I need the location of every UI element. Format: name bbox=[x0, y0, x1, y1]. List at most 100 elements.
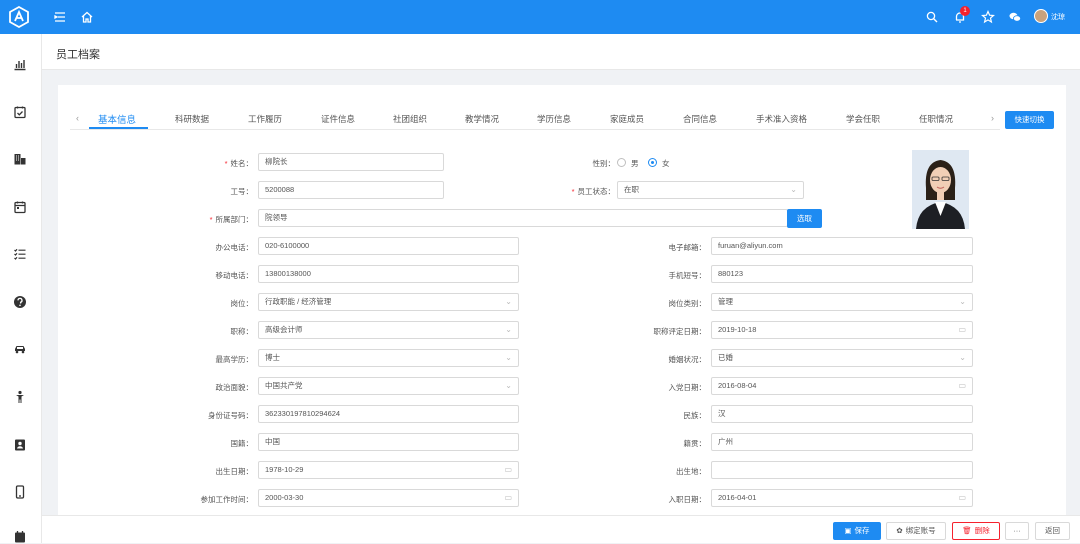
tab-surgery-qualification[interactable]: 手术准入资格 bbox=[756, 113, 807, 125]
tab-teaching[interactable]: 教学情况 bbox=[465, 113, 499, 125]
bar-chart-icon[interactable] bbox=[13, 57, 27, 71]
name-input[interactable]: 柳院长 bbox=[258, 153, 444, 171]
save-label: 保存 bbox=[854, 526, 870, 535]
nationality-label: 国籍： bbox=[230, 439, 254, 448]
status-label: * 员工状态： bbox=[571, 187, 615, 196]
star-icon[interactable] bbox=[981, 10, 995, 24]
id-no-label: 身份证号码： bbox=[208, 411, 253, 420]
username[interactable]: 沈琼 bbox=[1051, 12, 1065, 22]
join-date-value: 2016-04-01 bbox=[718, 493, 757, 502]
mobile-icon[interactable] bbox=[13, 485, 27, 499]
mobile-input[interactable]: 13800138000 bbox=[258, 265, 519, 283]
education-value: 博士 bbox=[265, 353, 280, 362]
party-date-picker[interactable]: 2016-08-04 ▭ bbox=[711, 377, 973, 395]
title-label: 职称： bbox=[230, 327, 254, 336]
tab-associations[interactable]: 社团组织 bbox=[393, 113, 427, 125]
task-check-icon[interactable] bbox=[13, 105, 27, 119]
nationality-input[interactable]: 中国 bbox=[258, 433, 519, 451]
schedule-icon[interactable] bbox=[13, 530, 27, 544]
work-date-value: 2000-03-30 bbox=[265, 493, 304, 502]
politics-label: 政治面貌： bbox=[215, 383, 254, 392]
post-select[interactable]: 行政职能 / 经济管理 ⌄ bbox=[258, 293, 519, 311]
politics-value: 中国共产党 bbox=[265, 381, 303, 390]
calendar-icon[interactable] bbox=[13, 200, 27, 214]
title-select[interactable]: 高级会计师 ⌄ bbox=[258, 321, 519, 339]
ethnicity-input[interactable]: 汉 bbox=[711, 405, 973, 423]
gender-female-label: 女 bbox=[662, 159, 670, 168]
tab-contract[interactable]: 合同信息 bbox=[683, 113, 717, 125]
chevron-down-icon: ⌄ bbox=[505, 297, 512, 306]
person-icon[interactable] bbox=[13, 390, 27, 404]
save-button[interactable]: ▣ 保存 bbox=[833, 522, 881, 540]
party-date-value: 2016-08-04 bbox=[718, 381, 757, 390]
id-no-input[interactable]: 362330197810294624 bbox=[258, 405, 519, 423]
tab-education[interactable]: 学历信息 bbox=[537, 113, 571, 125]
tab-basic-info[interactable]: 基本信息 bbox=[98, 112, 136, 126]
marital-select[interactable]: 已婚 ⌄ bbox=[711, 349, 973, 367]
email-label: 电子邮箱： bbox=[668, 243, 707, 252]
tab-work-history[interactable]: 工作履历 bbox=[248, 113, 282, 125]
contact-card-icon[interactable] bbox=[13, 438, 27, 452]
title-value: 高级会计师 bbox=[265, 325, 303, 334]
chevron-down-icon: ⌄ bbox=[790, 185, 797, 194]
wechat-icon[interactable] bbox=[1008, 10, 1022, 24]
tab-scroll-right-icon[interactable]: › bbox=[991, 113, 994, 123]
tab-research[interactable]: 科研数据 bbox=[175, 113, 209, 125]
quick-switch-button[interactable]: 快速切换 bbox=[1005, 111, 1054, 129]
gender-male-radio[interactable] bbox=[617, 158, 626, 167]
birth-date-label: 出生日期： bbox=[215, 467, 254, 476]
tab-certificates[interactable]: 证件信息 bbox=[321, 113, 355, 125]
bind-account-button[interactable]: ✿ 绑定账号 bbox=[886, 522, 946, 540]
user-avatar[interactable] bbox=[1034, 9, 1048, 23]
notification-badge: 1 bbox=[960, 6, 970, 16]
politics-select[interactable]: 中国共产党 ⌄ bbox=[258, 377, 519, 395]
menu-toggle-icon[interactable] bbox=[53, 10, 67, 24]
help-icon[interactable] bbox=[13, 295, 27, 309]
car-icon[interactable] bbox=[13, 342, 27, 356]
party-date-label: 入党日期： bbox=[668, 383, 707, 392]
post-value: 行政职能 / 经济管理 bbox=[265, 297, 332, 306]
post-type-value: 管理 bbox=[718, 297, 733, 306]
trash-icon: 🗑 bbox=[962, 526, 972, 535]
chevron-down-icon: ⌄ bbox=[505, 381, 512, 390]
gender-male-label: 男 bbox=[631, 159, 639, 168]
search-icon[interactable] bbox=[925, 10, 939, 24]
title-date-picker[interactable]: 2019-10-18 ▭ bbox=[711, 321, 973, 339]
back-button[interactable]: 返回 bbox=[1035, 522, 1070, 540]
native-label: 籍贯： bbox=[683, 439, 707, 448]
dept-choose-button[interactable]: 选取 bbox=[787, 209, 822, 228]
native-input[interactable]: 广州 bbox=[711, 433, 973, 451]
tab-family[interactable]: 家庭成员 bbox=[610, 113, 644, 125]
more-button[interactable]: ··· bbox=[1005, 522, 1029, 540]
app-logo-icon[interactable] bbox=[8, 6, 30, 28]
join-date-label: 入职日期： bbox=[668, 495, 707, 504]
page-title: 员工档案 bbox=[56, 49, 100, 61]
office-phone-input[interactable]: 020-6100000 bbox=[258, 237, 519, 255]
gender-female-radio[interactable] bbox=[648, 158, 657, 167]
education-select[interactable]: 博士 ⌄ bbox=[258, 349, 519, 367]
birth-place-input[interactable] bbox=[711, 461, 973, 479]
status-value: 在职 bbox=[624, 185, 639, 194]
status-select[interactable]: 在职 ⌄ bbox=[617, 181, 804, 199]
tab-scroll-left-icon[interactable]: ‹ bbox=[76, 113, 79, 123]
email-input[interactable]: furuan@aliyun.com bbox=[711, 237, 973, 255]
tab-divider bbox=[70, 129, 1000, 130]
tab-appointments[interactable]: 任职情况 bbox=[919, 113, 953, 125]
short-no-input[interactable]: 880123 bbox=[711, 265, 973, 283]
chevron-down-icon: ⌄ bbox=[959, 297, 966, 306]
tab-society-positions[interactable]: 学会任职 bbox=[846, 113, 880, 125]
home-icon[interactable] bbox=[80, 10, 94, 24]
education-label: 最高学历： bbox=[215, 355, 254, 364]
post-type-select[interactable]: 管理 ⌄ bbox=[711, 293, 973, 311]
work-date-label: 参加工作时间： bbox=[200, 495, 254, 504]
building-icon[interactable] bbox=[13, 152, 27, 166]
join-date-picker[interactable]: 2016-04-01 ▭ bbox=[711, 489, 973, 507]
checklist-icon[interactable] bbox=[13, 247, 27, 261]
dept-input[interactable]: 院领导 bbox=[258, 209, 788, 227]
delete-label: 删除 bbox=[974, 526, 990, 535]
birth-date-picker[interactable]: 1978-10-29 ▭ bbox=[258, 461, 519, 479]
birth-date-value: 1978-10-29 bbox=[265, 465, 304, 474]
delete-button[interactable]: 🗑 删除 bbox=[952, 522, 1000, 540]
emp-no-input[interactable]: 5200088 bbox=[258, 181, 444, 199]
work-date-picker[interactable]: 2000-03-30 ▭ bbox=[258, 489, 519, 507]
